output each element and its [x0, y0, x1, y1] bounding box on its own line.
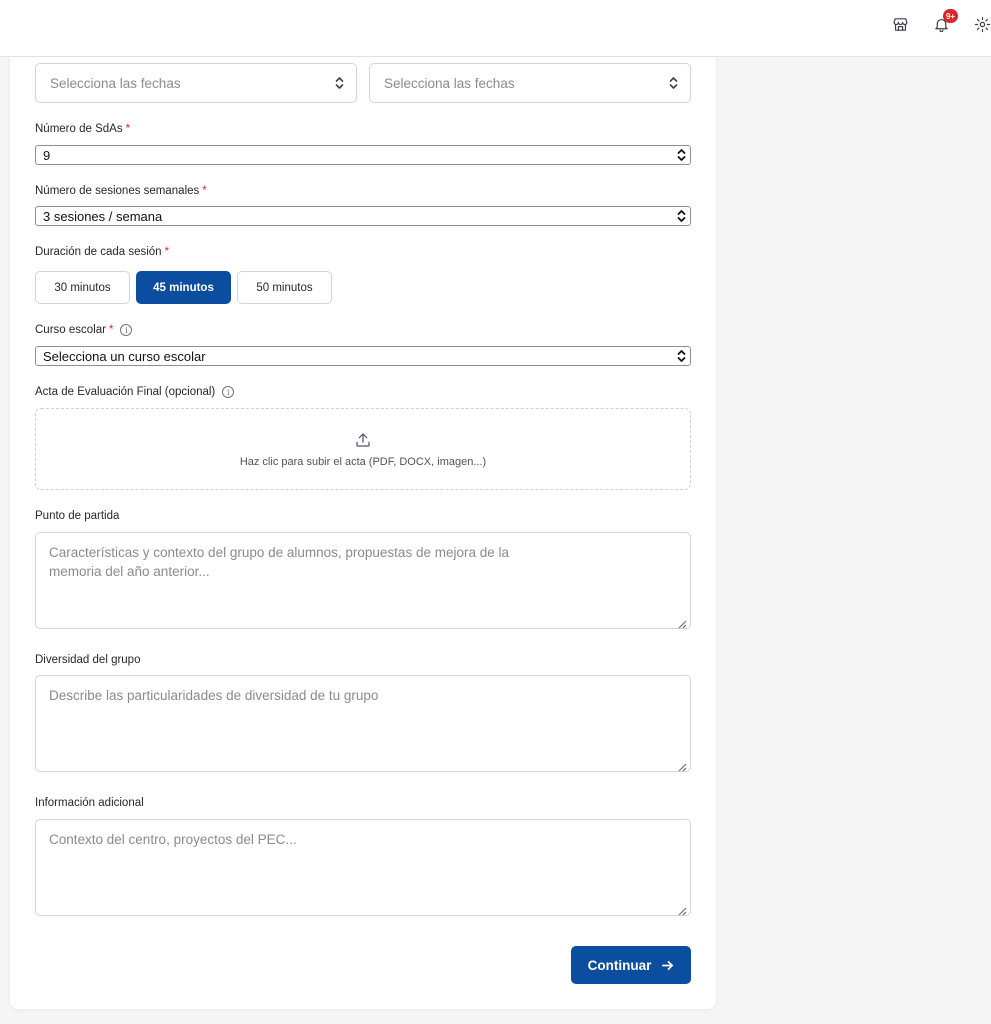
info-icon[interactable]: i	[120, 324, 133, 336]
required-mark: *	[202, 185, 207, 197]
diversidad-placeholder: Describe las particularidades de diversi…	[49, 688, 379, 703]
store-icon[interactable]	[890, 14, 910, 34]
date-start-select[interactable]: Selecciona las fechas	[35, 63, 357, 103]
info-adicional-textarea[interactable]: Contexto del centro, proyectos del PEC..…	[35, 819, 691, 916]
notification-badge: 9+	[943, 9, 958, 23]
info-icon[interactable]: i	[222, 386, 235, 398]
duration-50-button[interactable]: 50 minutos	[237, 271, 332, 304]
required-mark: *	[108, 324, 114, 336]
sessions-label-text: Número de sesiones semanales	[35, 185, 200, 197]
sdas-label-text: Número de SdAs	[35, 123, 123, 135]
diversidad-textarea[interactable]: Describe las particularidades de diversi…	[35, 675, 691, 772]
date-end-placeholder: Selecciona las fechas	[384, 75, 515, 91]
punto-partida-placeholder: Características y contexto del grupo de …	[49, 545, 510, 579]
required-mark: *	[125, 123, 131, 135]
duration-30-button[interactable]: 30 minutos	[35, 271, 130, 304]
continue-label: Continuar	[587, 957, 652, 973]
diversidad-label: Diversidad del grupo	[35, 654, 141, 666]
punto-partida-textarea[interactable]: Características y contexto del grupo de …	[35, 532, 691, 629]
sdas-select[interactable]: 9	[35, 145, 691, 165]
sessions-label: Número de sesiones semanales *	[35, 185, 207, 197]
info-adicional-label: Información adicional	[35, 797, 144, 809]
punto-partida-label: Punto de partida	[35, 510, 120, 522]
acta-label: Acta de Evaluación Final (opcional) i	[35, 386, 235, 398]
upload-icon	[356, 432, 370, 447]
sdas-label: Número de SdAs *	[35, 123, 130, 135]
duration-label-text: Duración de cada sesión	[35, 246, 162, 258]
continue-button[interactable]: Continuar	[571, 946, 691, 984]
course-label-text: Curso escolar	[35, 324, 106, 336]
required-mark: *	[164, 246, 170, 258]
arrow-right-icon	[662, 960, 674, 970]
chevron-updown-icon	[669, 76, 678, 90]
chevron-updown-icon	[335, 76, 344, 90]
course-select[interactable]: Selecciona un curso escolar	[35, 346, 691, 366]
duration-45-button[interactable]: 45 minutos	[136, 271, 231, 304]
info-adicional-placeholder: Contexto del centro, proyectos del PEC..…	[49, 832, 297, 847]
gear-icon[interactable]	[972, 14, 991, 34]
top-bar: 9+	[0, 0, 991, 57]
resize-handle-icon[interactable]	[677, 758, 687, 772]
sessions-select[interactable]: 3 sesiones / semana	[35, 206, 691, 226]
duration-label: Duración de cada sesión *	[35, 246, 169, 258]
course-value: Selecciona un curso escolar	[43, 348, 206, 364]
resize-handle-icon[interactable]	[677, 615, 687, 629]
sdas-value: 9	[43, 147, 51, 163]
date-start-placeholder: Selecciona las fechas	[50, 75, 181, 91]
sessions-value: 3 sesiones / semana	[43, 208, 163, 224]
acta-upload-dropzone[interactable]: Haz clic para subir el acta (PDF, DOCX, …	[35, 408, 691, 490]
acta-label-text: Acta de Evaluación Final (opcional)	[35, 386, 216, 398]
chevron-updown-icon	[677, 148, 686, 162]
resize-handle-icon[interactable]	[677, 902, 687, 916]
course-label: Curso escolar * i	[35, 324, 133, 336]
upload-hint: Haz clic para subir el acta (PDF, DOCX, …	[239, 455, 487, 468]
chevron-updown-icon	[677, 349, 686, 363]
date-end-select[interactable]: Selecciona las fechas	[369, 63, 691, 103]
chevron-updown-icon	[677, 209, 686, 223]
